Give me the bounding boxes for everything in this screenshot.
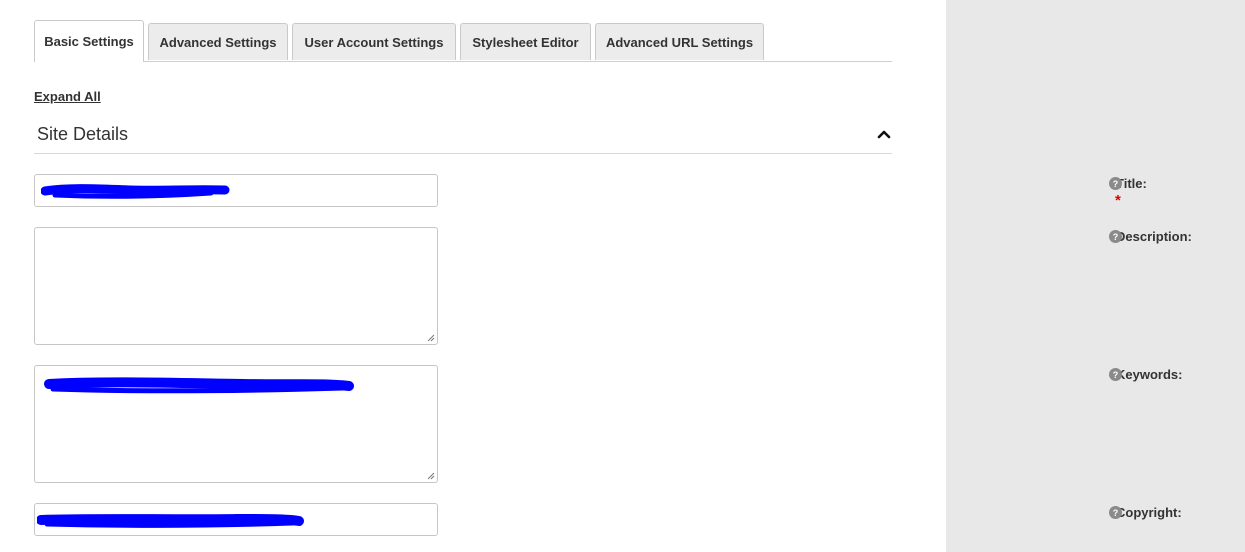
resize-handle-icon[interactable] (427, 334, 435, 342)
tab-basic-settings[interactable]: Basic Settings (34, 20, 144, 62)
redaction-mark (41, 184, 230, 199)
help-icon[interactable]: ? (1109, 230, 1122, 243)
redaction-mark (44, 377, 354, 394)
tab-user-account-settings[interactable]: User Account Settings (292, 23, 456, 60)
required-marker: * (1115, 192, 1121, 209)
title-label-row: ? Title: (1109, 176, 1147, 191)
description-label: Description: (1116, 229, 1192, 244)
keywords-label: Keywords: (1116, 367, 1183, 382)
help-icon[interactable]: ? (1109, 506, 1122, 519)
description-textarea[interactable] (34, 227, 438, 345)
section-title: Site Details (37, 124, 129, 144)
help-icon[interactable]: ? (1109, 368, 1122, 381)
tab-advanced-url-settings[interactable]: Advanced URL Settings (595, 23, 764, 60)
resize-handle-icon[interactable] (427, 472, 435, 480)
keywords-textarea[interactable] (34, 365, 438, 483)
site-details-section-header[interactable]: Site Details (34, 118, 892, 154)
copyright-label-row: ? Copyright: (1109, 505, 1182, 520)
redaction-mark (37, 513, 304, 528)
tab-stylesheet-editor[interactable]: Stylesheet Editor (460, 23, 591, 60)
expand-all-link[interactable]: Expand All (34, 89, 101, 104)
right-panel (946, 0, 1245, 552)
copyright-input[interactable] (34, 503, 438, 536)
chevron-up-icon[interactable] (876, 126, 892, 142)
tab-advanced-settings[interactable]: Advanced Settings (148, 23, 288, 60)
settings-tabs: Basic Settings Advanced Settings User Ac… (34, 20, 892, 62)
help-icon[interactable]: ? (1109, 177, 1122, 190)
description-label-row: ? Description: (1109, 229, 1192, 244)
copyright-label: Copyright: (1116, 505, 1182, 520)
title-input[interactable] (34, 174, 438, 207)
keywords-label-row: ? Keywords: (1109, 367, 1182, 382)
